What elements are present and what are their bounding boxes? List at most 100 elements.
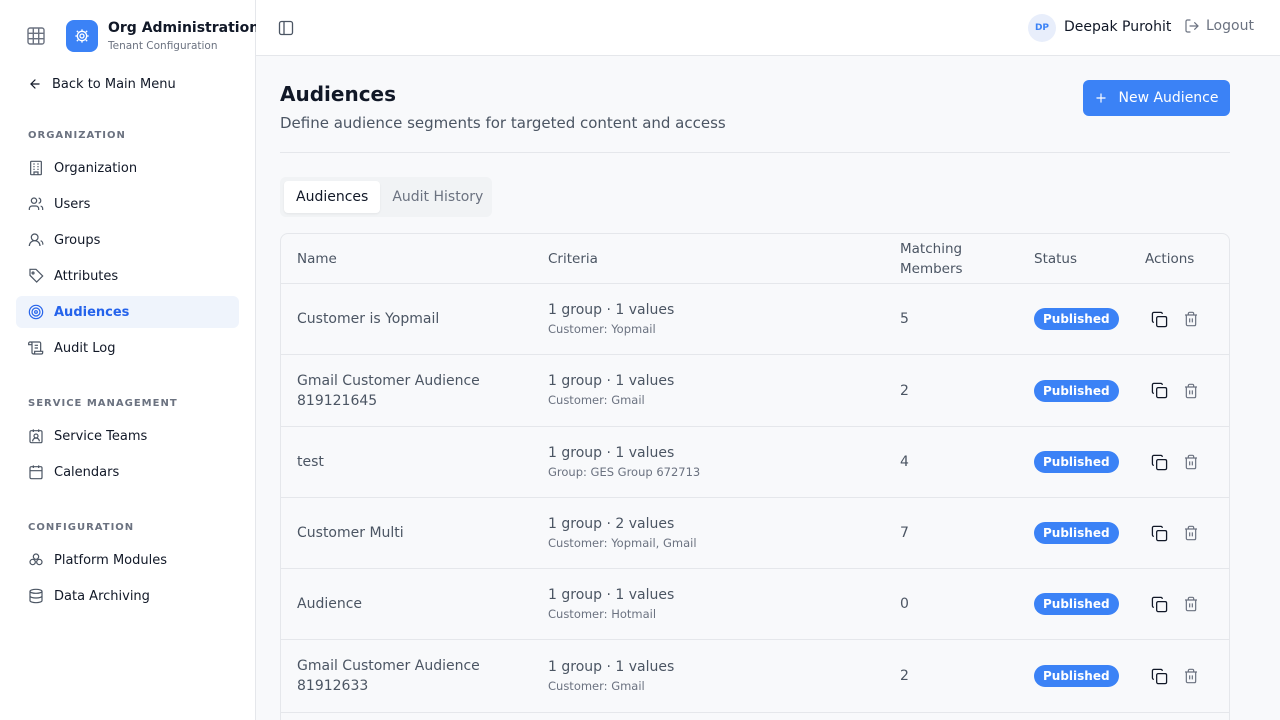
criteria-summary: 1 group · 1 values (548, 658, 675, 675)
sidebar: Org Administration Tenant Configuration … (0, 0, 259, 720)
scroll-icon (28, 341, 44, 355)
sidebar-item-label: Data Archiving (54, 588, 150, 604)
actions-cell (1150, 355, 1200, 426)
group-icon (28, 233, 44, 247)
duplicate-button[interactable] (1150, 595, 1168, 613)
trash-icon (1185, 668, 1197, 684)
sidebar-item-data-archiving[interactable]: Data Archiving (16, 580, 239, 612)
user-name[interactable]: Deepak Purohit (1064, 19, 1171, 35)
users-icon (28, 197, 44, 210)
sidebar-item-label: Groups (54, 232, 101, 248)
duplicate-button[interactable] (1150, 667, 1168, 685)
criteria-detail: Customer: Hotmail (548, 606, 657, 621)
table-row[interactable]: Customer Multi 1 group · 2 values Custom… (281, 498, 1229, 569)
actions-cell (1150, 569, 1200, 639)
audience-name: Customer is Yopmail (297, 311, 440, 327)
header-divider (280, 152, 1230, 153)
grid-icon[interactable] (27, 27, 45, 45)
criteria-cell: 1 group · 1 values Customer: Yopmail (548, 284, 878, 354)
modules-icon (29, 553, 43, 566)
sidebar-item-service-teams[interactable]: Service Teams (16, 420, 239, 452)
criteria-cell: 1 group · 1 values Group: GES Group 6727… (548, 427, 878, 497)
sidebar-item-platform-modules[interactable]: Platform Modules (16, 544, 239, 576)
avatar[interactable]: DP (1028, 14, 1056, 42)
new-audience-button[interactable]: New Audience (1083, 80, 1230, 116)
audience-name: Audience (297, 596, 363, 612)
brand-header: Org Administration Tenant Configuration (0, 0, 259, 72)
delete-button[interactable] (1182, 310, 1200, 328)
table-row[interactable]: Audience 1 group · 1 values Customer: Ho… (281, 569, 1229, 640)
section-label-service-management: SERVICE MANAGEMENT (28, 398, 178, 409)
copy-icon (1151, 596, 1167, 612)
panel-left-icon[interactable] (278, 20, 294, 36)
table-row[interactable]: test 1 group · 1 values Group: GES Group… (281, 427, 1229, 498)
logout-label: Logout (1206, 18, 1254, 34)
copy-icon (1151, 525, 1167, 541)
criteria-summary: 1 group · 1 values (548, 586, 675, 603)
delete-button[interactable] (1182, 524, 1200, 542)
sidebar-item-attributes[interactable]: Attributes (16, 260, 239, 292)
calendar-icon (29, 465, 43, 480)
duplicate-button[interactable] (1150, 382, 1168, 400)
copy-icon (1151, 454, 1167, 470)
status-badge: Published (1034, 522, 1119, 544)
audience-name: Gmail Customer Audience 81912633 (297, 658, 480, 694)
sidebar-item-calendars[interactable]: Calendars (16, 456, 239, 488)
table-row[interactable]: Gmail Customer Audience 81912633 1 group… (281, 640, 1229, 713)
back-label: Back to Main Menu (52, 76, 176, 92)
criteria-detail: Customer: Yopmail, Gmail (548, 535, 697, 550)
criteria-detail: Customer: Yopmail (548, 321, 656, 336)
copy-icon (1151, 382, 1167, 399)
audience-name: Customer Multi (297, 525, 404, 541)
delete-button[interactable] (1182, 382, 1200, 400)
duplicate-button[interactable] (1150, 524, 1168, 542)
sidebar-item-groups[interactable]: Groups (16, 224, 239, 256)
delete-button[interactable] (1182, 667, 1200, 685)
copy-icon (1151, 668, 1167, 684)
sidebar-item-organization[interactable]: Organization (16, 152, 239, 184)
sidebar-item-audit-log[interactable]: Audit Log (16, 332, 239, 364)
column-header-status: Status (1034, 251, 1078, 267)
back-to-main-menu-link[interactable]: Back to Main Menu (28, 74, 176, 94)
duplicate-button[interactable] (1150, 310, 1168, 328)
table-row[interactable]: Gmail Customer Audience 819121645 1 grou… (281, 355, 1229, 427)
tab-list: Audiences Audit History (280, 177, 492, 217)
status-badge: Published (1034, 593, 1119, 615)
actions-cell (1150, 427, 1200, 497)
criteria-summary: 1 group · 1 values (548, 444, 675, 461)
gear-icon (66, 20, 98, 52)
tag-icon (29, 268, 44, 283)
status-cell: Published (1034, 498, 1119, 568)
status-cell: Published (1034, 355, 1119, 426)
arrow-left-icon (30, 79, 40, 89)
table-row[interactable]: Customer is Yopmail 1 group · 1 values C… (281, 284, 1229, 355)
tab-audit-history[interactable]: Audit History (380, 181, 495, 213)
audience-name: Gmail Customer Audience 819121645 (297, 372, 480, 409)
criteria-cell: 1 group · 1 values Customer: Gmail (548, 640, 878, 712)
building-icon (30, 160, 42, 176)
logout-button[interactable]: Logout (1184, 18, 1254, 34)
sidebar-item-users[interactable]: Users (16, 188, 239, 220)
contact-icon (29, 429, 43, 444)
column-header-members: Matching Members (900, 241, 963, 277)
delete-button[interactable] (1182, 595, 1200, 613)
status-cell: Published (1034, 640, 1119, 712)
status-cell: Published (1034, 569, 1119, 639)
criteria-cell: 1 group · 1 values Customer: Hotmail (548, 569, 878, 639)
delete-button[interactable] (1182, 453, 1200, 471)
criteria-detail: Customer: Gmail (548, 393, 645, 407)
criteria-cell: 1 group · 1 values Customer: Gmail (548, 355, 878, 426)
status-badge: Published (1034, 308, 1119, 330)
actions-cell (1150, 498, 1200, 568)
column-header-actions: Actions (1145, 251, 1195, 267)
duplicate-button[interactable] (1150, 453, 1168, 471)
status-badge: Published (1034, 665, 1119, 687)
criteria-summary: 1 group · 1 values (548, 301, 675, 318)
tab-audiences[interactable]: Audiences (284, 181, 381, 213)
sidebar-item-audiences[interactable]: Audiences (16, 296, 239, 328)
sidebar-item-label: Attributes (54, 268, 119, 284)
matching-members: 4 (900, 454, 909, 470)
column-header-name: Name (297, 251, 337, 267)
logout-icon (1185, 19, 1199, 33)
trash-icon (1185, 383, 1197, 398)
